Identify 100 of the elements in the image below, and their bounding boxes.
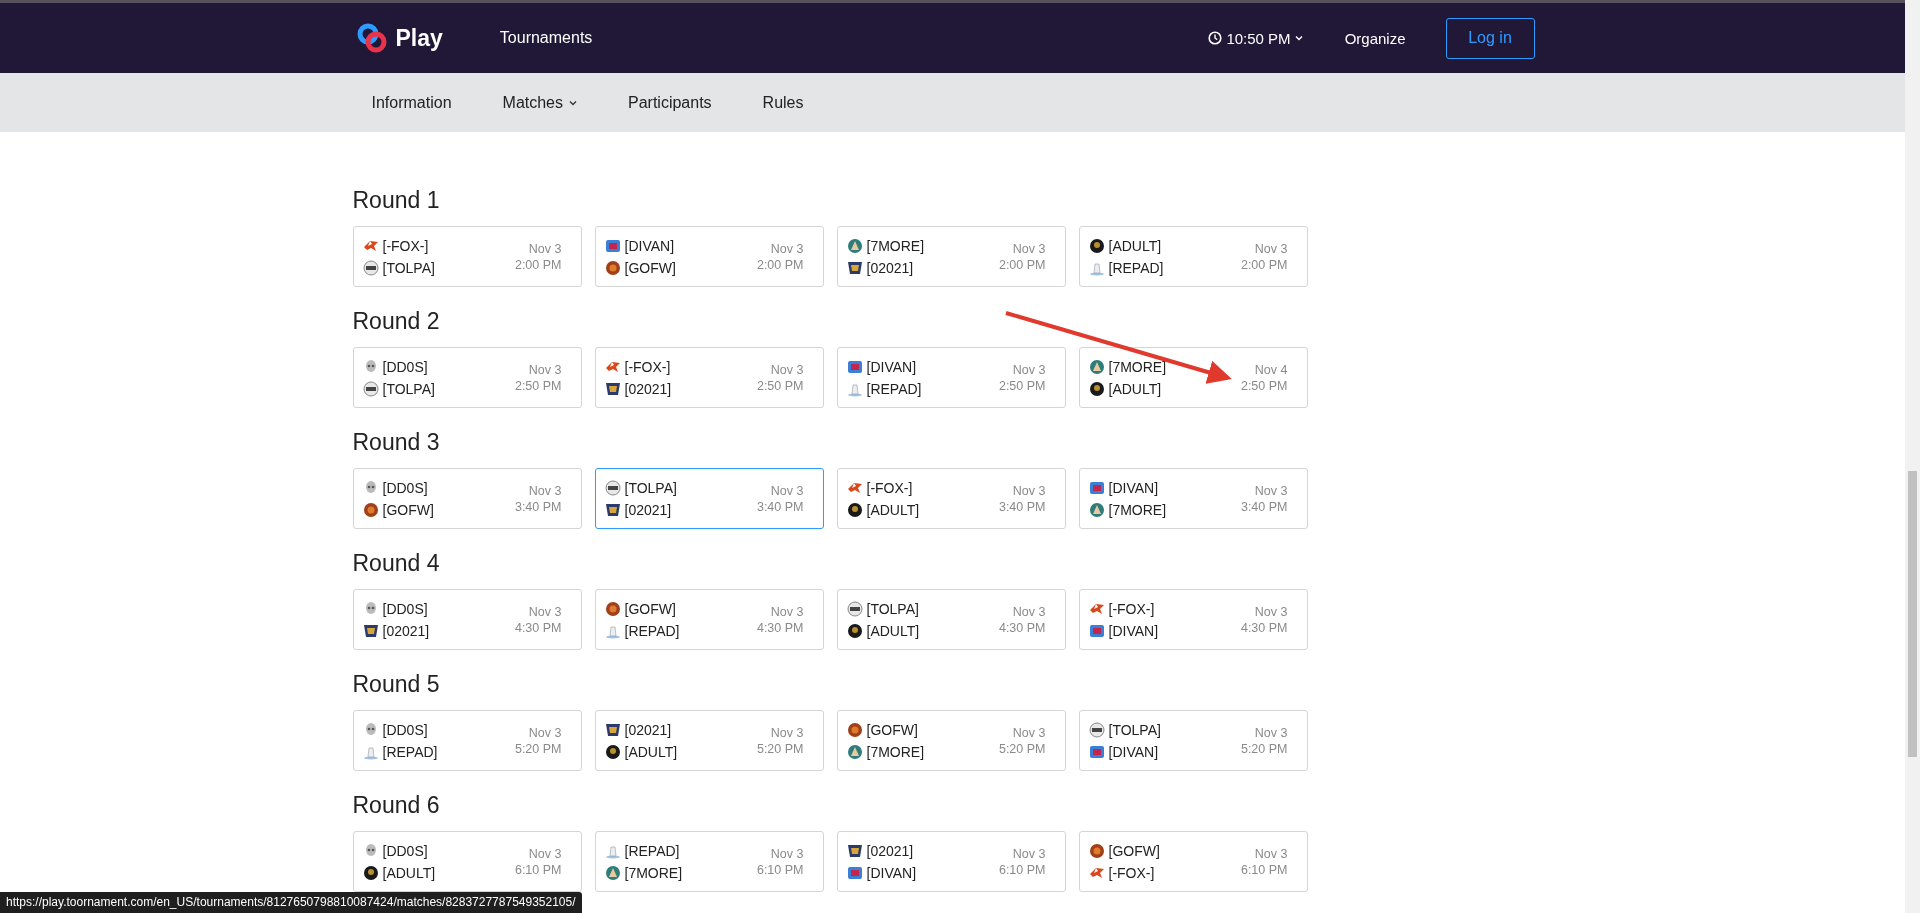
match-time: 6:10 PM: [1240, 862, 1288, 877]
match-time: 4:30 PM: [756, 620, 804, 635]
match-time: 5:20 PM: [998, 741, 1046, 756]
match-card[interactable]: [-FOX-] [ADULT] Nov 3 3:40 PM: [836, 468, 1066, 529]
team-name: [-FOX-]: [624, 358, 671, 375]
status-url: https://play.toornament.com/en_US/tournaments/8127650798810087424/matches/8283727787549352105/: [0, 892, 582, 913]
match-time: 2:50 PM: [756, 378, 804, 393]
match-card[interactable]: [DD0S] [02021] Nov 3 4:30 PM: [352, 589, 582, 650]
match-time: 2:00 PM: [514, 257, 562, 272]
match-date: Nov 3: [528, 362, 562, 377]
match-card[interactable]: [-FOX-] [02021] Nov 3 2:50 PM: [594, 347, 824, 408]
match-card[interactable]: [DD0S] [REPAD] Nov 3 5:20 PM: [352, 710, 582, 771]
tab-link[interactable]: Information: [371, 93, 452, 112]
match-card[interactable]: [DD0S] [ADULT] Nov 3 6:10 PM: [352, 831, 582, 892]
team-name: [REPAD]: [624, 622, 680, 639]
team-name: [7MORE]: [1108, 501, 1167, 518]
match-card[interactable]: [GOFW] [REPAD] Nov 3 4:30 PM: [594, 589, 824, 650]
match-card[interactable]: [02021] [DIVAN] Nov 3 6:10 PM: [836, 831, 1066, 892]
team-logo-icon: [846, 501, 863, 518]
match-date: Nov 3: [528, 241, 562, 256]
match-card[interactable]: [TOLPA] [DIVAN] Nov 3 5:20 PM: [1078, 710, 1308, 771]
team-name: [GOFW]: [624, 259, 676, 276]
team-name: [GOFW]: [866, 721, 918, 738]
team-logo-icon: [604, 743, 621, 760]
match-time: 5:20 PM: [1240, 741, 1288, 756]
team-name: [7MORE]: [624, 864, 683, 881]
round-title: Round 5: [352, 670, 441, 699]
team-logo-icon: [604, 237, 621, 254]
nav-link[interactable]: Tournaments: [499, 29, 593, 46]
match-time: 3:40 PM: [756, 499, 804, 514]
match-card[interactable]: [DIVAN] [7MORE] Nov 3 3:40 PM: [1078, 468, 1308, 529]
team-name: [ADULT]: [1108, 380, 1162, 397]
match-card[interactable]: [ADULT] [REPAD] Nov 3 2:00 PM: [1078, 226, 1308, 287]
team-logo-icon: [846, 842, 863, 859]
match-date: Nov 4: [1254, 362, 1288, 377]
tab-link[interactable]: Participants: [628, 93, 712, 112]
scrollbar-thumb[interactable]: [1908, 471, 1917, 757]
match-date: Nov 3: [770, 725, 804, 740]
team-name: [02021]: [866, 842, 914, 859]
caret-icon: [1294, 35, 1303, 41]
team-name: [TOLPA]: [866, 600, 919, 617]
team-name: [DD0S]: [382, 842, 428, 859]
match-card[interactable]: [-FOX-] [DIVAN] Nov 3 4:30 PM: [1078, 589, 1308, 650]
match-date: Nov 3: [1254, 483, 1288, 498]
match-card[interactable]: [-FOX-] [TOLPA] Nov 3 2:00 PM: [352, 226, 582, 287]
match-card[interactable]: [GOFW] [7MORE] Nov 3 5:20 PM: [836, 710, 1066, 771]
team-logo-icon: [1088, 358, 1105, 375]
round-title: Round 1: [352, 186, 441, 215]
match-card[interactable]: [7MORE] [02021] Nov 3 2:00 PM: [836, 226, 1066, 287]
team-logo-icon: [846, 600, 863, 617]
match-card[interactable]: [DIVAN] [REPAD] Nov 3 2:50 PM: [836, 347, 1066, 408]
match-card[interactable]: [7MORE] [ADULT] Nov 4 2:50 PM: [1078, 347, 1308, 408]
menu-dropdown[interactable]: Matches: [502, 93, 577, 112]
team-name: [ADULT]: [1108, 237, 1162, 254]
match-time: 2:00 PM: [998, 257, 1046, 272]
match-date: Nov 3: [1012, 725, 1046, 740]
team-logo-icon: [846, 259, 863, 276]
match-date: Nov 3: [528, 725, 562, 740]
match-date: Nov 3: [1254, 241, 1288, 256]
team-name: [TOLPA]: [382, 259, 435, 276]
team-name: [REPAD]: [1108, 259, 1164, 276]
match-card[interactable]: [DD0S] [TOLPA] Nov 3 2:50 PM: [352, 347, 582, 408]
match-card[interactable]: [GOFW] [-FOX-] Nov 3 6:10 PM: [1078, 831, 1308, 892]
round-title: Round 6: [352, 791, 441, 820]
match-card[interactable]: [02021] [ADULT] Nov 3 5:20 PM: [594, 710, 824, 771]
team-name: [GOFW]: [624, 600, 676, 617]
logo-text[interactable]: Play: [395, 24, 443, 52]
match-card[interactable]: [REPAD] [7MORE] Nov 3 6:10 PM: [594, 831, 824, 892]
team-name: [GOFW]: [382, 501, 434, 518]
caret-icon: [569, 99, 577, 106]
organize-link[interactable]: Organize: [1344, 29, 1406, 47]
team-logo-icon: [1088, 743, 1105, 760]
team-logo-icon: [1088, 721, 1105, 738]
clock-icon: [1208, 31, 1223, 45]
match-time: 5:20 PM: [756, 741, 804, 756]
match-time: 4:30 PM: [1240, 620, 1288, 635]
match-time: 5:20 PM: [514, 741, 562, 756]
round-title: Round 2: [352, 307, 441, 336]
team-logo-icon: [846, 721, 863, 738]
match-time: 2:00 PM: [756, 257, 804, 272]
team-name: [GOFW]: [1108, 842, 1160, 859]
clock-dropdown[interactable]: 10:50 PM: [1208, 29, 1303, 47]
team-name: [-FOX-]: [1108, 864, 1155, 881]
match-card[interactable]: [TOLPA] [02021] Nov 3 3:40 PM: [594, 468, 824, 529]
login-button[interactable]: Log in: [1445, 17, 1535, 59]
logo-icon[interactable]: [355, 22, 388, 54]
team-logo-icon: [1088, 237, 1105, 254]
match-card[interactable]: [DD0S] [GOFW] Nov 3 3:40 PM: [352, 468, 582, 529]
scrollbar[interactable]: [1905, 0, 1920, 913]
match-card[interactable]: [DIVAN] [GOFW] Nov 3 2:00 PM: [594, 226, 824, 287]
team-name: [DD0S]: [382, 358, 428, 375]
match-time: 6:10 PM: [998, 862, 1046, 877]
team-name: [DIVAN]: [866, 864, 917, 881]
team-logo-icon: [846, 864, 863, 881]
match-time: 2:50 PM: [998, 378, 1046, 393]
tab-link[interactable]: Rules: [762, 93, 804, 112]
team-name: [DIVAN]: [1108, 622, 1159, 639]
team-name: [02021]: [624, 380, 672, 397]
match-card[interactable]: [TOLPA] [ADULT] Nov 3 4:30 PM: [836, 589, 1066, 650]
team-logo-icon: [604, 380, 621, 397]
